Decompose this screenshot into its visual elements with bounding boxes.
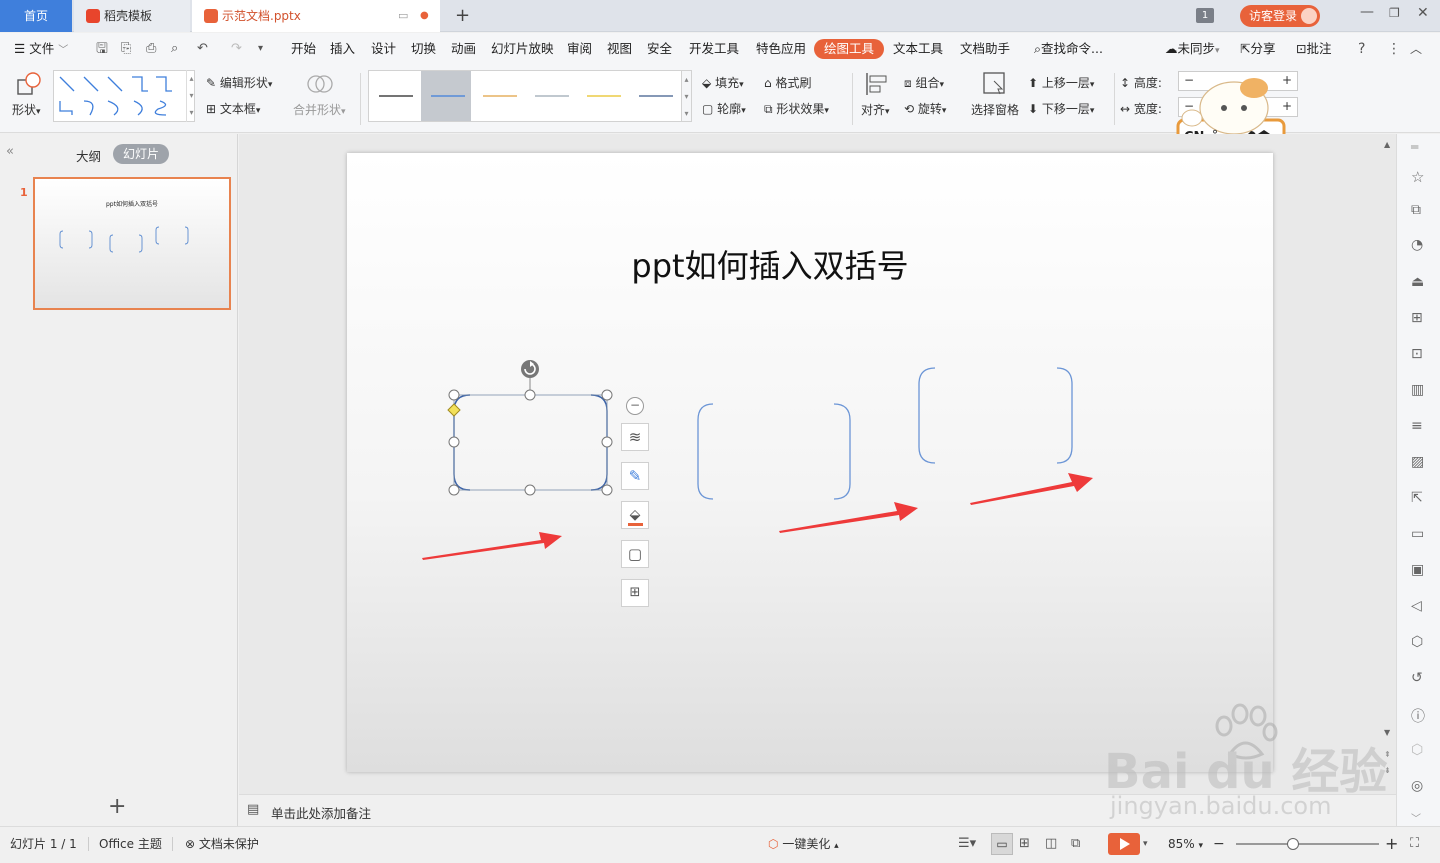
quick-toolbar-collapse-icon[interactable]: −: [626, 397, 644, 415]
archive-icon[interactable]: ▭: [1411, 526, 1424, 542]
unprotected-icon: ⊗: [185, 837, 196, 851]
chart-icon[interactable]: ▥: [1411, 382, 1424, 398]
red-arrows: [422, 473, 1093, 560]
export-share-icon[interactable]: ⇱: [1411, 490, 1423, 506]
picture-icon[interactable]: ▣: [1411, 562, 1424, 578]
audio-icon[interactable]: ◁: [1411, 598, 1422, 614]
zoom-label: 85%: [1168, 837, 1195, 851]
text-wrap-icon[interactable]: ⊞: [621, 579, 649, 607]
copy-icon[interactable]: ⧉: [1411, 202, 1421, 218]
sorter-view-icon[interactable]: ⊞: [1019, 827, 1030, 861]
play-icon: [1120, 838, 1130, 850]
shapes-icon[interactable]: ◔: [1411, 237, 1423, 253]
location-icon[interactable]: ◎: [1411, 778, 1423, 794]
slide-shapes-layer: [422, 360, 1093, 560]
protection-label: 文档未保护: [198, 837, 259, 851]
beautify-label: 一键美化: [782, 837, 831, 851]
adjust-handle-icon[interactable]: [447, 403, 461, 417]
presenter-view-icon[interactable]: ⧉: [1071, 827, 1080, 861]
red-arrow-2: [779, 502, 918, 533]
beautify-button[interactable]: ⬡ 一键美化 ▴: [768, 827, 839, 861]
notes-bar[interactable]: ▤ 单击此处添加备注: [239, 794, 1396, 826]
notes-toggle-icon[interactable]: ☰▾: [958, 827, 976, 861]
layers-icon[interactable]: ≋: [621, 423, 649, 451]
status-bar: 幻灯片 1 / 1 Office 主题 ⊗ 文档未保护 ⬡ 一键美化 ▴ ☰▾ …: [0, 826, 1440, 860]
style-pen-icon[interactable]: ✎: [621, 462, 649, 490]
play-options-icon[interactable]: ▾: [1143, 827, 1148, 861]
expand-down-icon[interactable]: ﹀: [1411, 810, 1421, 825]
settings-sliders-icon[interactable]: ≡: [1411, 418, 1423, 434]
reading-view-icon[interactable]: ◫: [1045, 827, 1057, 861]
double-bracket-3[interactable]: [918, 367, 1073, 464]
red-arrow-1: [422, 532, 562, 560]
cube-icon[interactable]: ⬡: [1411, 742, 1423, 758]
zoom-out-icon[interactable]: −: [1213, 827, 1225, 861]
grid-icon[interactable]: ⊡: [1411, 346, 1423, 362]
beautify-icon: ⬡: [768, 837, 779, 851]
outline-style-icon[interactable]: ▢: [621, 540, 649, 568]
play-slideshow-button[interactable]: [1108, 833, 1140, 855]
notes-placeholder[interactable]: 单击此处添加备注: [271, 803, 371, 822]
rotate-handle-icon[interactable]: [521, 360, 539, 378]
notes-icon: ▤: [247, 802, 260, 817]
table-icon[interactable]: ⊞: [1411, 310, 1423, 326]
selection-handles[interactable]: [448, 389, 613, 496]
protection-status[interactable]: ⊗ 文档未保护: [185, 827, 259, 861]
fill-color-icon[interactable]: ⬙: [621, 501, 649, 529]
theme-name[interactable]: Office 主题: [99, 827, 162, 861]
zoom-slider-thumb[interactable]: [1287, 838, 1299, 850]
zoom-level[interactable]: 85% ▾: [1168, 827, 1203, 861]
history-icon[interactable]: ↺: [1411, 670, 1423, 686]
right-sidebar: ═ ☆ ⧉ ◔ ⏏ ⊞ ⊡ ▥ ≡ ▨ ⇱ ▭ ▣ ◁ ⬡ ↺ ⓘ ⬡ ◎ ﹀: [1396, 134, 1440, 826]
star-icon[interactable]: ☆: [1411, 168, 1424, 186]
layers-panel-icon[interactable]: ⏏: [1411, 274, 1424, 290]
slide-info: 幻灯片 1 / 1: [10, 837, 77, 851]
help-circle-icon[interactable]: ⓘ: [1411, 706, 1425, 726]
red-arrow-3: [970, 473, 1093, 505]
double-bracket-2[interactable]: [697, 403, 851, 500]
zoom-slider[interactable]: [1236, 838, 1379, 850]
drag-handle-icon[interactable]: ═: [1411, 140, 1418, 154]
shield-icon[interactable]: ⬡: [1411, 634, 1423, 650]
normal-view-icon[interactable]: ▭: [991, 833, 1013, 855]
zoom-in-icon[interactable]: +: [1385, 827, 1398, 861]
fit-window-icon[interactable]: ⛶: [1410, 827, 1419, 861]
image-gallery-icon[interactable]: ▨: [1411, 454, 1424, 470]
